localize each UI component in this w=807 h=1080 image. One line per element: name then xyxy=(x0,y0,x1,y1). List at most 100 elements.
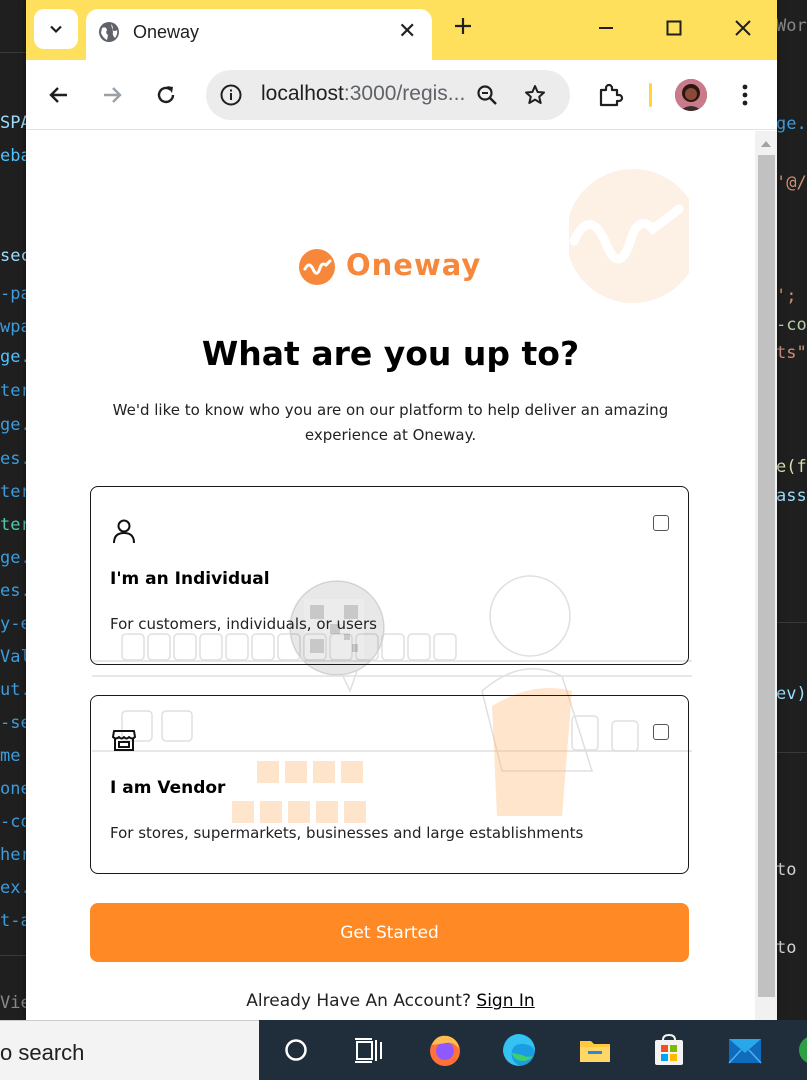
ide-text: -se xyxy=(0,713,26,733)
ide-text: '; xyxy=(776,286,797,306)
page-title: What are you up to? xyxy=(201,334,580,373)
zoom-icon[interactable] xyxy=(475,83,499,107)
ide-text: ge.t xyxy=(0,548,26,568)
ide-right-fragments: Work ge.t '@/ '; -co ts" e(f assw ev) to… xyxy=(776,0,807,1020)
ide-text: Vie xyxy=(0,993,26,1013)
ide-divider xyxy=(0,52,26,53)
option-card-individual[interactable]: I'm an Individual For customers, individ… xyxy=(90,486,689,665)
signin-prompt: Already Have An Account? xyxy=(246,991,471,1011)
site-info-icon[interactable] xyxy=(219,83,243,107)
page-viewport: Oneway What are you up to? We'd like to … xyxy=(26,131,777,1020)
ide-left-fragments: SPA eba sec -pa wpa ge.t ter ge.t es. te… xyxy=(0,0,26,1020)
avatar-image xyxy=(675,79,707,111)
ide-text: ex. xyxy=(0,878,26,898)
browser-tab[interactable]: Oneway ✕ xyxy=(86,9,432,60)
ide-text: one xyxy=(0,779,26,799)
scroll-up-arrow-icon[interactable] xyxy=(761,141,771,147)
address-bar[interactable]: localhost:3000/regis... xyxy=(206,70,570,120)
more-menu-icon[interactable] xyxy=(731,80,759,110)
chevron-down-icon xyxy=(50,25,62,34)
toolbar-separator xyxy=(649,83,652,107)
microsoft-store-icon[interactable] xyxy=(650,1031,688,1069)
ide-text: Work xyxy=(776,16,807,36)
ide-text: to xyxy=(776,860,797,880)
url-host: localhost xyxy=(261,82,344,105)
ide-text: wpa xyxy=(0,317,26,337)
vendor-checkbox[interactable] xyxy=(653,724,669,740)
ide-text: her xyxy=(0,845,26,865)
ide-text: '@/ xyxy=(776,173,807,193)
browser-window: Oneway ✕ localhost:3000/regis... Oneway … xyxy=(26,0,777,1020)
windows-taskbar: o search xyxy=(0,1020,807,1080)
bookmark-star-icon[interactable] xyxy=(523,83,547,107)
new-tab-icon[interactable] xyxy=(451,14,475,38)
tab-title: Oneway xyxy=(133,22,200,42)
minimize-icon[interactable] xyxy=(592,14,620,42)
ide-text: -co xyxy=(0,812,26,832)
firefox-icon[interactable] xyxy=(426,1031,464,1069)
extensions-icon[interactable] xyxy=(596,81,624,109)
title-bar: Oneway ✕ xyxy=(26,0,777,60)
close-tab-icon[interactable]: ✕ xyxy=(398,19,416,44)
option-card-vendor[interactable]: I am Vendor For stores, supermarkets, bu… xyxy=(90,695,689,874)
person-icon xyxy=(113,519,135,544)
reload-icon[interactable] xyxy=(153,82,179,108)
browser-toolbar: localhost:3000/regis... xyxy=(26,60,777,130)
ide-text: -co xyxy=(776,315,807,335)
option-title: I'm an Individual xyxy=(110,569,270,589)
taskbar-search-box[interactable]: o search xyxy=(0,1020,259,1080)
store-icon xyxy=(112,730,136,751)
get-started-button[interactable]: Get Started xyxy=(90,903,689,962)
back-arrow-icon[interactable] xyxy=(46,82,72,108)
forward-arrow-icon[interactable] xyxy=(99,82,125,108)
ide-text: sec xyxy=(0,246,26,266)
tab-search-button[interactable] xyxy=(34,9,78,49)
ide-text: eba xyxy=(0,146,26,166)
ide-text: ter xyxy=(0,381,26,401)
page-scrollbar[interactable] xyxy=(755,131,777,1020)
ide-text: y-e xyxy=(0,614,26,634)
ide-text: ge.t xyxy=(0,347,26,367)
ide-divider xyxy=(776,752,807,753)
maximize-icon[interactable] xyxy=(660,14,688,42)
signin-row: Already Have An Account? Sign In xyxy=(26,991,755,1011)
ide-text: es. xyxy=(0,449,26,469)
ide-text: SPA xyxy=(0,113,26,133)
edge-icon[interactable] xyxy=(500,1031,538,1069)
scroll-thumb[interactable] xyxy=(758,155,775,997)
ide-text: Val xyxy=(0,647,26,667)
app-icon-partial[interactable] xyxy=(796,1031,807,1069)
logo-text: Oneway xyxy=(346,248,482,282)
page-subtitle: We'd like to know who you are on our pla… xyxy=(112,401,669,444)
ide-divider xyxy=(776,622,807,623)
ide-text: ter xyxy=(0,482,26,502)
option-title: I am Vendor xyxy=(110,778,226,798)
taskbar-search-text: o search xyxy=(0,1040,85,1065)
ide-text: es. xyxy=(0,581,26,601)
close-window-icon[interactable] xyxy=(729,14,757,42)
ide-divider xyxy=(0,955,26,956)
profile-avatar[interactable] xyxy=(675,79,707,111)
ide-text: ge.t xyxy=(0,415,26,435)
cortana-icon[interactable] xyxy=(277,1031,315,1069)
task-view-icon[interactable] xyxy=(350,1031,388,1069)
oneway-logo-mark-icon xyxy=(299,249,335,285)
mail-icon[interactable] xyxy=(726,1031,764,1069)
option-description: For stores, supermarkets, businesses and… xyxy=(110,824,584,842)
oneway-logo: Oneway xyxy=(298,246,488,290)
option-description: For customers, individuals, or users xyxy=(110,615,377,633)
ide-text: ts" xyxy=(776,343,807,363)
ide-text: assw xyxy=(776,486,807,506)
ide-text: ge.t xyxy=(776,114,807,134)
ide-text: ut.t xyxy=(0,680,26,700)
ide-text: t-a xyxy=(0,911,26,931)
decorative-logo-watermark xyxy=(569,169,689,303)
ide-text: ev) xyxy=(776,684,807,704)
globe-icon xyxy=(99,22,119,42)
file-explorer-icon[interactable] xyxy=(576,1031,614,1069)
individual-checkbox[interactable] xyxy=(653,515,669,531)
ide-text: ter xyxy=(0,515,26,535)
signin-link[interactable]: Sign In xyxy=(476,991,534,1011)
url-path: :3000/regis... xyxy=(343,82,466,105)
ide-text: me xyxy=(0,746,21,766)
